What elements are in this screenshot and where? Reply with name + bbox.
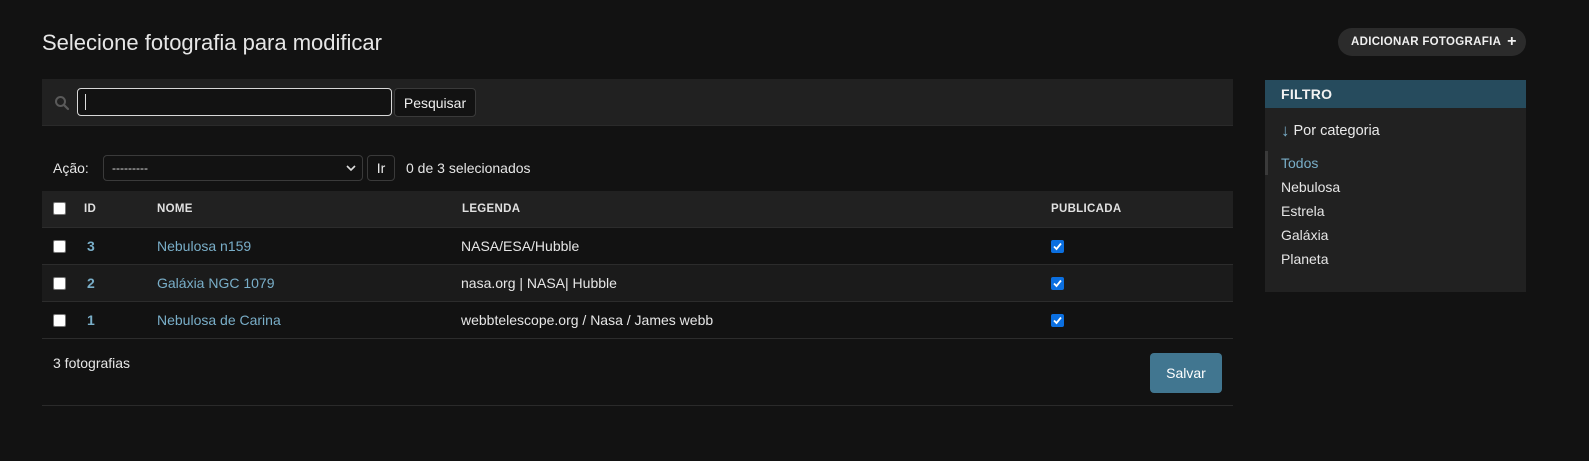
filter-option-todos[interactable]: Todos — [1265, 151, 1526, 175]
column-header-id-label: ID — [84, 202, 97, 215]
add-photo-label: ADICIONAR FOTOGRAFIA — [1351, 36, 1502, 48]
footer-divider — [42, 405, 1233, 406]
table-row: 2 Galáxia NGC 1079 nasa.org | NASA| Hubb… — [42, 264, 1233, 302]
table-header-row: ID NOME LEGENDA PUBLICADA — [42, 191, 1233, 228]
filter-option-estrela[interactable]: Estrela — [1265, 199, 1526, 223]
id-link[interactable]: 3 — [84, 238, 95, 254]
column-header-legenda-label: LEGENDA — [462, 202, 521, 215]
row-select-cell — [42, 301, 84, 339]
filter-header: FILTRO — [1265, 80, 1526, 108]
name-link[interactable]: Nebulosa de Carina — [153, 312, 281, 328]
search-input[interactable] — [77, 88, 392, 116]
published-checkbox[interactable] — [1051, 277, 1064, 291]
text-caret — [85, 94, 86, 110]
chevron-down-icon — [346, 165, 356, 172]
nome-cell: Galáxia NGC 1079 — [153, 264, 455, 302]
legenda-cell: NASA/ESA/Hubble — [455, 227, 1051, 265]
search-toolbar: Pesquisar — [42, 79, 1233, 126]
page-title: Selecione fotografia para modificar — [42, 30, 382, 55]
search-icon — [55, 96, 70, 111]
name-link[interactable]: Galáxia NGC 1079 — [153, 275, 275, 291]
select-all-cell — [42, 191, 84, 228]
action-selected-option: --------- — [112, 161, 148, 175]
selection-counter: 0 de 3 selecionados — [406, 160, 531, 176]
select-all-checkbox[interactable] — [53, 202, 66, 216]
id-cell: 1 — [84, 301, 153, 339]
filter-option-galaxia[interactable]: Galáxia — [1265, 223, 1526, 247]
legenda-cell: webbtelescope.org / Nasa / James webb — [455, 301, 1051, 339]
filter-option-nebulosa[interactable]: Nebulosa — [1265, 175, 1526, 199]
go-button[interactable]: Ir — [367, 155, 395, 181]
nome-cell: Nebulosa n159 — [153, 227, 455, 265]
column-header-id[interactable]: ID — [84, 191, 153, 228]
publicada-cell — [1051, 264, 1233, 302]
legend-text: nasa.org | NASA| Hubble — [461, 274, 617, 291]
add-photo-button[interactable]: ADICIONAR FOTOGRAFIA + — [1338, 28, 1526, 56]
filter-panel: FILTRO ↓ Por categoria Todos Nebulosa Es… — [1265, 80, 1526, 292]
name-link[interactable]: Nebulosa n159 — [153, 238, 251, 254]
filter-category-title[interactable]: ↓ Por categoria — [1281, 122, 1380, 139]
table-row: 1 Nebulosa de Carina webbtelescope.org /… — [42, 301, 1233, 339]
id-link[interactable]: 1 — [84, 312, 95, 328]
result-count: 3 fotografias — [53, 355, 131, 371]
column-header-publicada[interactable]: PUBLICADA — [1051, 191, 1233, 228]
save-button[interactable]: Salvar — [1150, 353, 1222, 393]
id-cell: 3 — [84, 227, 153, 265]
arrow-down-icon: ↓ — [1281, 121, 1290, 140]
table-row: 3 Nebulosa n159 NASA/ESA/Hubble — [42, 227, 1233, 265]
published-checkbox[interactable] — [1051, 240, 1064, 254]
plus-icon: + — [1507, 33, 1517, 50]
id-link[interactable]: 2 — [84, 275, 95, 291]
id-cell: 2 — [84, 264, 153, 302]
publicada-cell — [1051, 301, 1233, 339]
row-checkbox[interactable] — [53, 277, 66, 291]
filter-category-label: Por categoria — [1293, 122, 1380, 139]
legend-text: NASA/ESA/Hubble — [461, 237, 580, 254]
legend-text: webbtelescope.org / Nasa / James webb — [461, 311, 714, 328]
action-label: Ação: — [53, 160, 89, 176]
legenda-cell: nasa.org | NASA| Hubble — [455, 264, 1051, 302]
row-checkbox[interactable] — [53, 240, 66, 254]
row-select-cell — [42, 227, 84, 265]
column-header-nome[interactable]: NOME — [153, 191, 455, 228]
row-checkbox[interactable] — [53, 314, 66, 328]
publicada-cell — [1051, 227, 1233, 265]
column-header-nome-label: NOME — [157, 202, 193, 215]
search-button[interactable]: Pesquisar — [394, 88, 476, 117]
action-select[interactable]: --------- — [103, 155, 363, 181]
column-header-legenda[interactable]: LEGENDA — [455, 191, 1051, 228]
published-checkbox[interactable] — [1051, 314, 1064, 328]
column-header-publicada-label: PUBLICADA — [1051, 202, 1122, 215]
results-table: ID NOME LEGENDA PUBLICADA 3 Nebulosa n15… — [42, 191, 1233, 339]
filter-options: Todos Nebulosa Estrela Galáxia Planeta — [1265, 151, 1526, 271]
filter-option-planeta[interactable]: Planeta — [1265, 247, 1526, 271]
nome-cell: Nebulosa de Carina — [153, 301, 455, 339]
row-select-cell — [42, 264, 84, 302]
